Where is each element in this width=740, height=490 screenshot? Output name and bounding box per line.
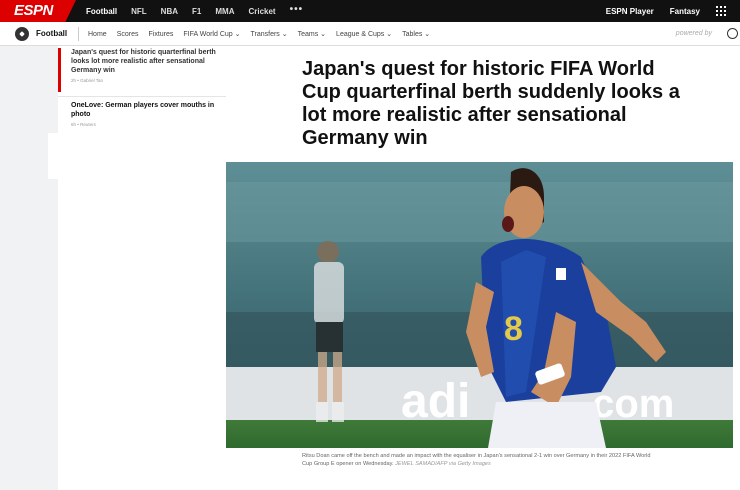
- sidebar-story-selected[interactable]: Japan's quest for historic quarterfinal …: [58, 48, 226, 92]
- subnav-world-cup-dropdown[interactable]: FIFA World Cup: [183, 30, 240, 38]
- subnav-items: Home Scores Fixtures FIFA World Cup Tran…: [88, 22, 440, 46]
- subnav-scores[interactable]: Scores: [117, 31, 139, 38]
- espn-logo[interactable]: ESPN: [0, 0, 76, 22]
- top-navigation-bar: ESPN Football NFL NBA F1 MMA Cricket •••…: [0, 0, 740, 22]
- nav-football[interactable]: Football: [86, 7, 117, 16]
- sidebar-story-meta: 2h • Gabriel Tan: [71, 78, 104, 83]
- sport-nav: Football NFL NBA F1 MMA Cricket •••: [86, 0, 317, 22]
- hero-photo-illustration: adi .com 8: [226, 162, 733, 448]
- soccer-ball-icon: [15, 27, 29, 41]
- nav-cricket[interactable]: Cricket: [248, 7, 275, 16]
- image-caption: Ritsu Doan came off the bench and made a…: [302, 452, 652, 468]
- nav-nfl[interactable]: NFL: [131, 7, 147, 16]
- subnav-tables-dropdown[interactable]: Tables: [402, 30, 430, 38]
- divider: [78, 27, 79, 41]
- sidebar-story[interactable]: OneLove: German players cover mouths in …: [58, 101, 226, 131]
- photo-credit: JEWEL SAMAD/AFP via Getty Images: [395, 461, 491, 467]
- article-headline: Japan's quest for historic FIFA World Cu…: [302, 58, 680, 149]
- sidebar-story-title: Japan's quest for historic quarterfinal …: [71, 49, 216, 74]
- espn-player-link[interactable]: ESPN Player: [606, 7, 654, 16]
- subnav-title[interactable]: Football: [36, 29, 67, 38]
- subnav-fixtures[interactable]: Fixtures: [148, 31, 173, 38]
- nav-nba[interactable]: NBA: [161, 7, 178, 16]
- blank-overlay-panel: [48, 133, 226, 179]
- apps-grid-icon[interactable]: [716, 6, 726, 16]
- fantasy-link[interactable]: Fantasy: [670, 7, 700, 16]
- subnav-leagues-dropdown[interactable]: League & Cups: [336, 30, 392, 38]
- sidebar-story-title: OneLove: German players cover mouths in …: [71, 102, 215, 118]
- jersey-number: 8: [504, 310, 523, 348]
- related-stories-sidebar: Japan's quest for historic quarterfinal …: [58, 46, 226, 490]
- subnav-teams-dropdown[interactable]: Teams: [298, 30, 326, 38]
- nav-f1[interactable]: F1: [192, 7, 201, 16]
- espn-logo-text: ESPN: [14, 2, 53, 19]
- sponsor-logo-icon[interactable]: [727, 28, 738, 39]
- nav-mma[interactable]: MMA: [215, 7, 234, 16]
- subnav-transfers-dropdown[interactable]: Transfers: [250, 30, 287, 38]
- powered-by-label: powered by: [675, 30, 712, 37]
- football-subnav: Football Home Scores Fixtures FIFA World…: [0, 22, 740, 46]
- sidebar-story-meta: 6h • Reuters: [71, 122, 96, 127]
- subnav-home[interactable]: Home: [88, 31, 107, 38]
- top-right-links: ESPN Player Fantasy: [606, 0, 740, 22]
- more-icon[interactable]: •••: [290, 4, 304, 15]
- article-main: Japan's quest for historic FIFA World Cu…: [226, 46, 740, 490]
- article-hero-image: adi .com 8: [226, 162, 733, 448]
- sidebar-divider: [58, 96, 226, 97]
